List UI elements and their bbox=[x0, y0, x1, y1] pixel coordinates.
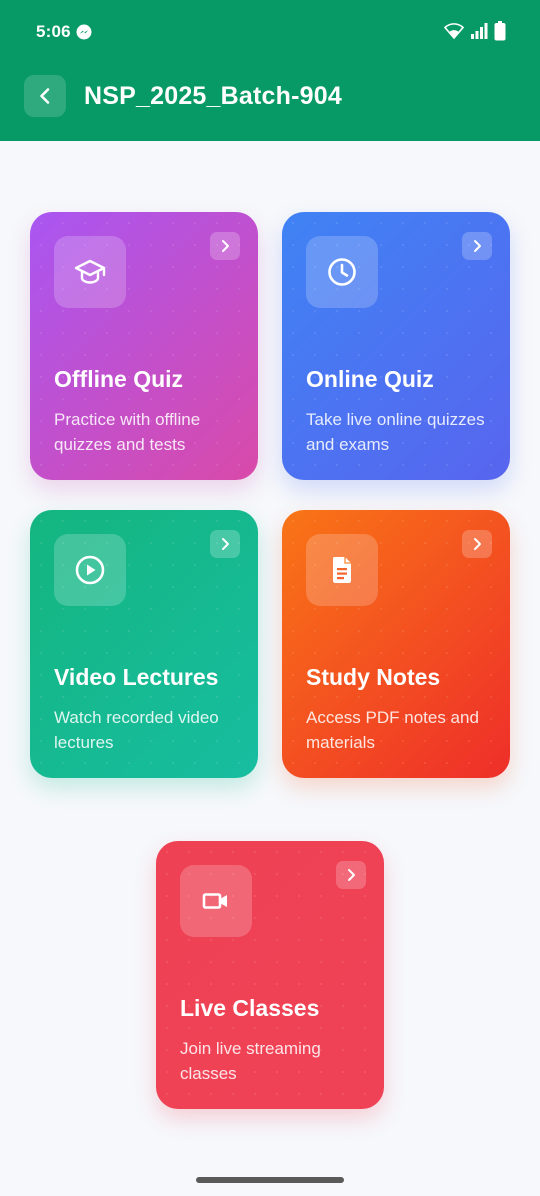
card-icon-box bbox=[54, 534, 126, 606]
live-classes-card[interactable]: Live Classes Join live streaming classes bbox=[156, 841, 384, 1109]
card-chevron-button[interactable] bbox=[462, 232, 492, 260]
card-title: Video Lectures bbox=[54, 664, 219, 690]
card-icon-box bbox=[54, 236, 126, 308]
status-time: 5:06 bbox=[36, 22, 71, 41]
messenger-icon bbox=[76, 24, 92, 40]
card-chevron-button[interactable] bbox=[210, 530, 240, 558]
wifi-icon bbox=[444, 23, 464, 40]
card-title: Study Notes bbox=[306, 664, 441, 690]
graduation-cap-icon bbox=[74, 259, 106, 284]
offline-quiz-card[interactable]: Offline Quiz Practice with offline quizz… bbox=[30, 212, 258, 480]
card-title: Online Quiz bbox=[306, 366, 434, 392]
page-title: NSP_2025_Batch-904 bbox=[84, 82, 342, 110]
chevron-right-icon bbox=[474, 240, 481, 252]
card-description: Practice with offline quizzes and tests bbox=[54, 410, 201, 454]
chevron-right-icon bbox=[348, 869, 355, 881]
card-icon-box bbox=[306, 236, 378, 308]
back-button[interactable] bbox=[24, 75, 66, 117]
online-quiz-card[interactable]: Online Quiz Take live online quizzes and… bbox=[282, 212, 510, 480]
card-description: Take live online quizzes and exams bbox=[306, 410, 485, 454]
card-description: Access PDF notes and materials bbox=[306, 708, 479, 752]
chevron-right-icon bbox=[474, 538, 481, 550]
play-circle-icon bbox=[75, 555, 105, 585]
video-camera-icon bbox=[202, 893, 227, 909]
card-chevron-button[interactable] bbox=[462, 530, 492, 558]
card-icon-box bbox=[306, 534, 378, 606]
card-chevron-button[interactable] bbox=[336, 861, 366, 889]
card-chevron-button[interactable] bbox=[210, 232, 240, 260]
card-description: Join live streaming classes bbox=[180, 1039, 321, 1083]
card-title: Live Classes bbox=[180, 995, 320, 1021]
document-icon bbox=[333, 557, 351, 583]
signal-icon bbox=[471, 23, 488, 39]
app-bar: 5:06 NSP_2025_Batch-904 bbox=[0, 0, 540, 141]
battery-icon bbox=[494, 21, 506, 41]
clock-icon bbox=[328, 258, 356, 286]
chevron-left-icon bbox=[40, 88, 50, 104]
chevron-right-icon bbox=[222, 538, 229, 550]
video-lectures-card[interactable]: Video Lectures Watch recorded video lect… bbox=[30, 510, 258, 778]
status-bar: 5:06 bbox=[0, 0, 540, 64]
card-icon-box bbox=[180, 865, 252, 937]
card-description: Watch recorded video lectures bbox=[54, 708, 219, 752]
chevron-right-icon bbox=[222, 240, 229, 252]
study-notes-card[interactable]: Study Notes Access PDF notes and materia… bbox=[282, 510, 510, 778]
home-indicator[interactable] bbox=[196, 1177, 344, 1183]
card-title: Offline Quiz bbox=[54, 366, 184, 392]
